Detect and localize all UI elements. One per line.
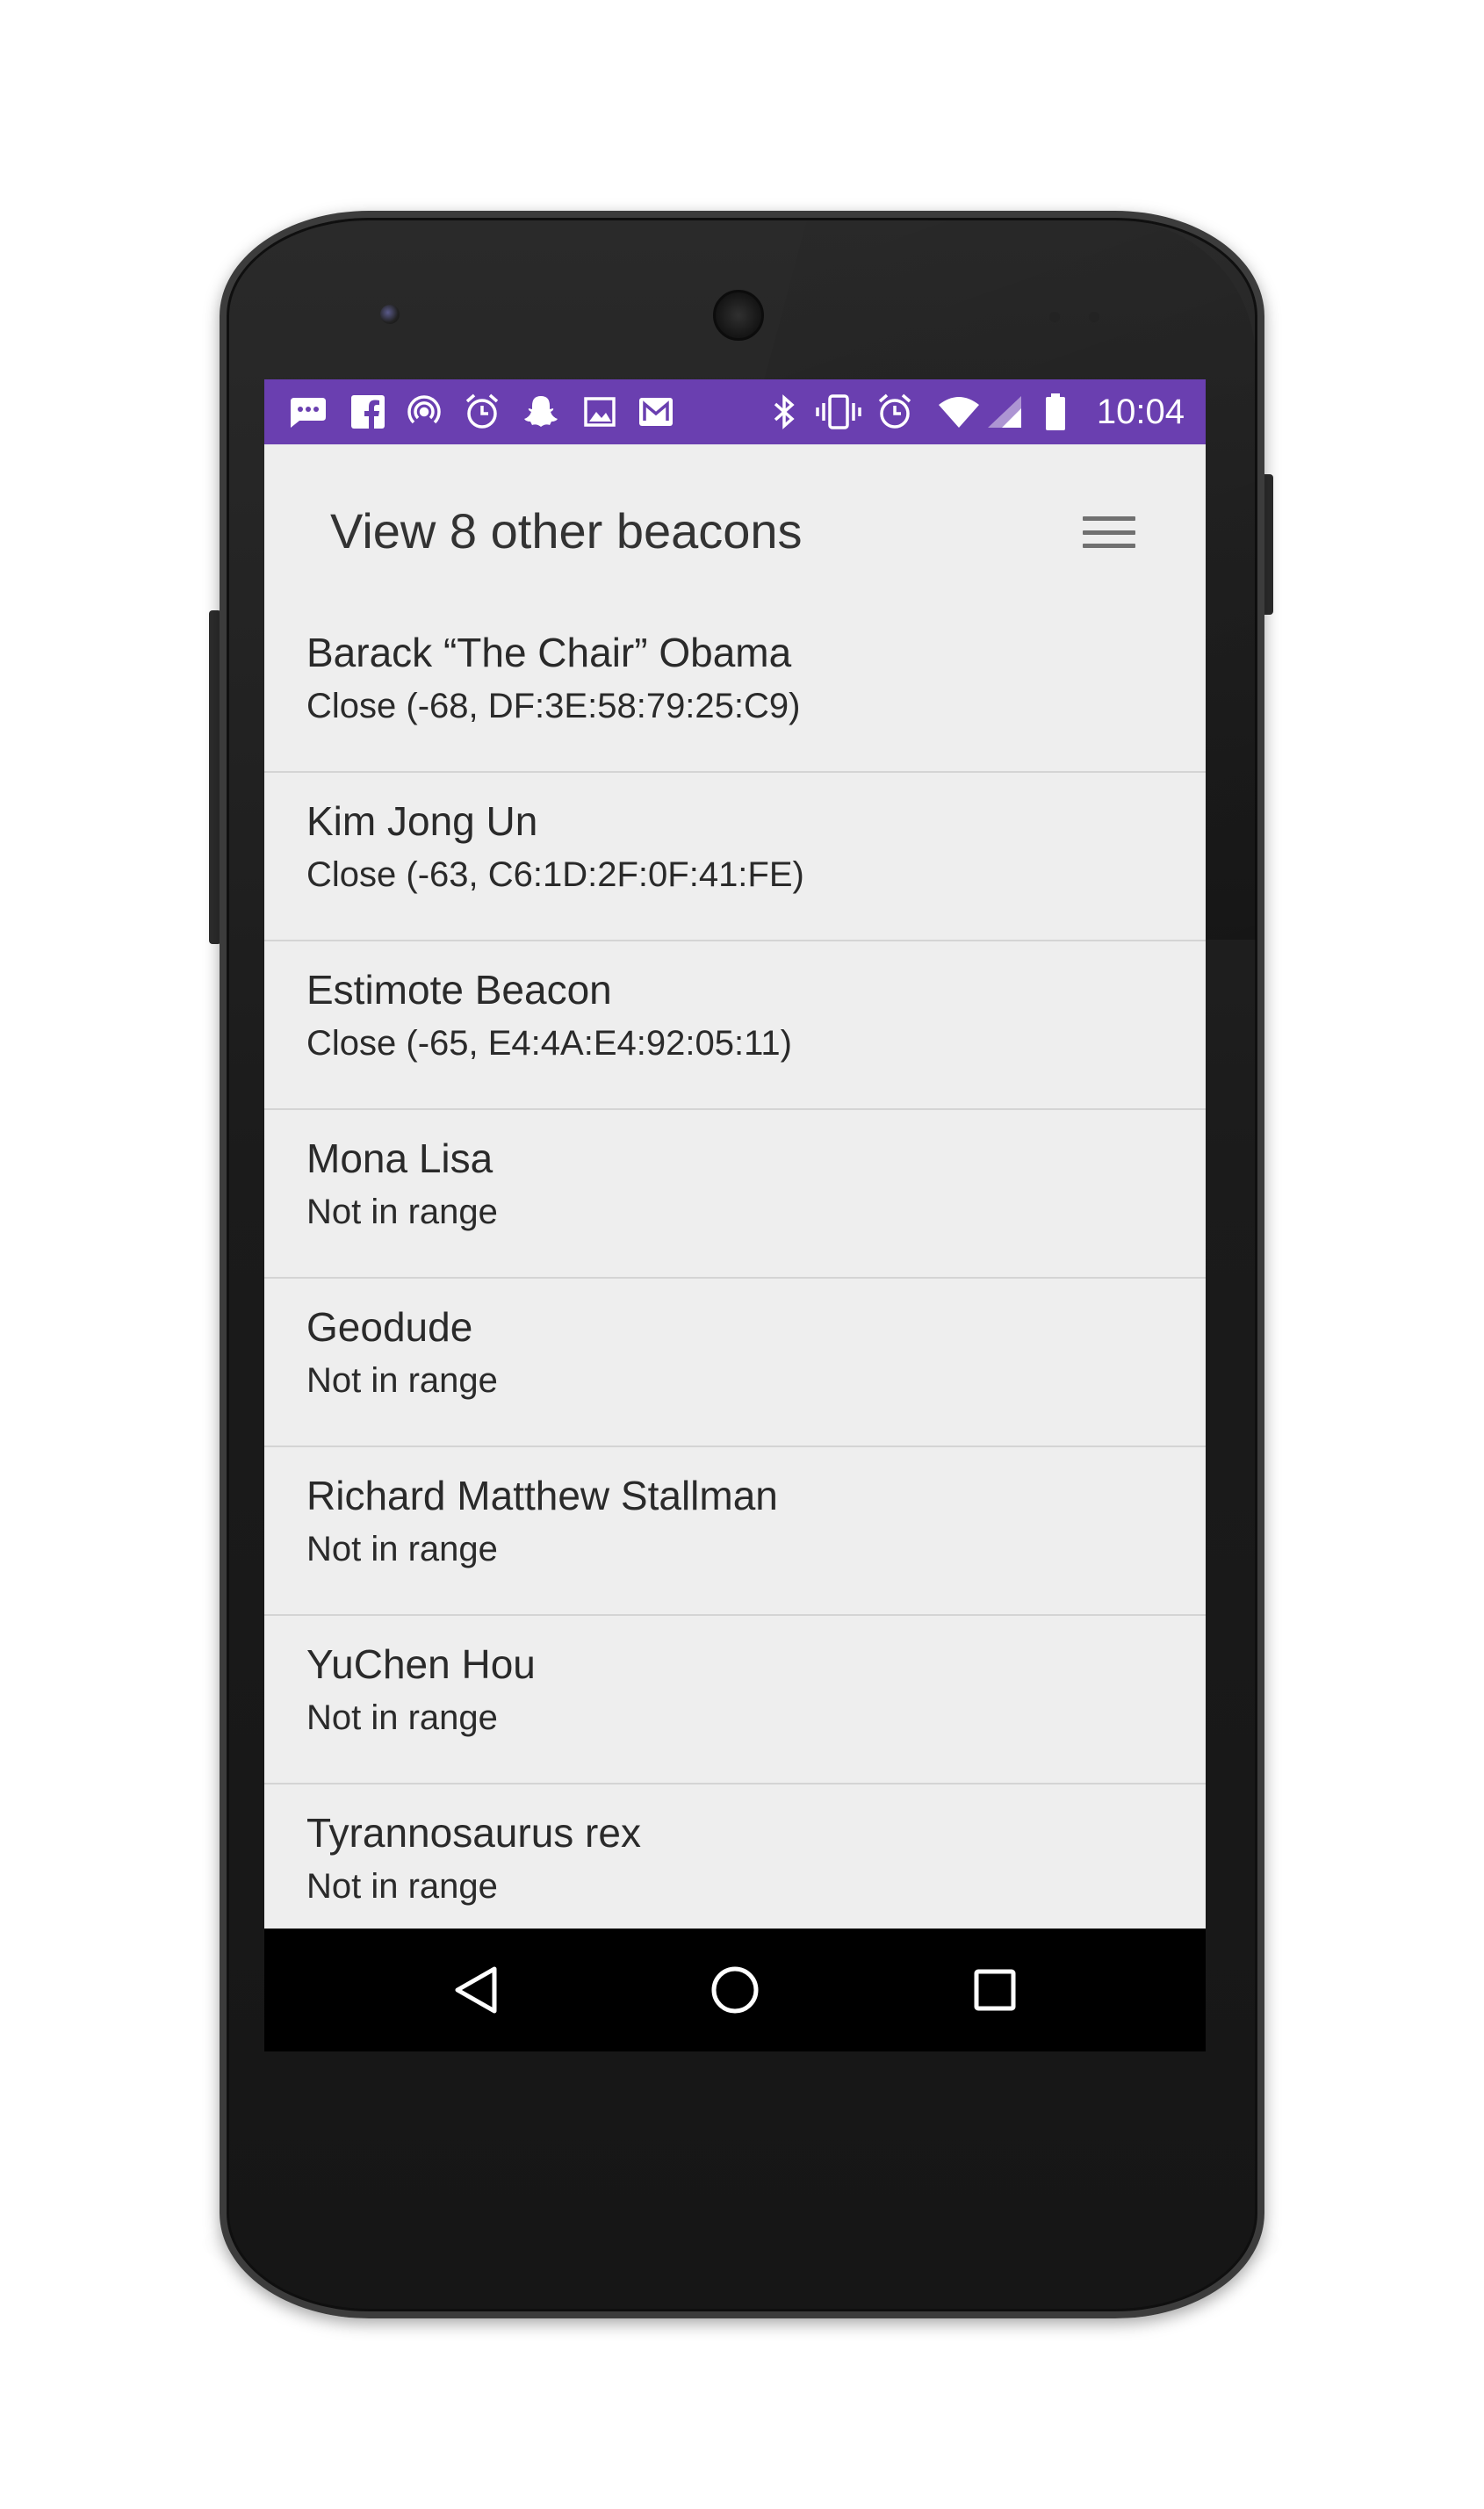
product-shot: 10:04 View 8 other beacons Barack “The C… <box>0 0 1484 2509</box>
bluetooth-icon <box>768 393 800 430</box>
beacon-list-item[interactable]: Richard Matthew Stallman Not in range <box>264 1447 1206 1616</box>
front-camera <box>380 305 400 324</box>
beacon-list-item[interactable]: Barack “The Chair” Obama Close (-68, DF:… <box>264 620 1206 773</box>
beacon-list-item[interactable]: YuChen Hou Not in range <box>264 1616 1206 1784</box>
beacon-name: Mona Lisa <box>306 1136 493 1181</box>
vibrate-icon <box>814 393 863 430</box>
beacon-name: Tyrannosaurus rex <box>306 1810 641 1856</box>
hotspot-icon <box>405 393 443 430</box>
beacon-status: Close (-68, DF:3E:58:79:25:C9) <box>306 687 801 725</box>
hamburger-menu-icon[interactable] <box>1083 513 1135 552</box>
proximity-sensor <box>1049 312 1060 322</box>
chat-bubble-icon <box>285 393 329 430</box>
beacon-name: Estimote Beacon <box>306 967 612 1013</box>
beacon-name: YuChen Hou <box>306 1641 536 1687</box>
beacon-status: Not in range <box>306 1867 498 1906</box>
navigation-bar <box>264 1929 1206 2051</box>
beacon-list: Barack “The Chair” Obama Close (-68, DF:… <box>264 620 1206 1929</box>
app-header: View 8 other beacons <box>264 444 1206 620</box>
home-circle-icon[interactable] <box>700 1955 770 2025</box>
facebook-icon <box>349 393 387 430</box>
page-title: View 8 other beacons <box>330 503 803 559</box>
beacon-name: Richard Matthew Stallman <box>306 1473 778 1518</box>
beacon-status: Not in range <box>306 1698 498 1737</box>
alarm-icon <box>874 393 916 430</box>
beacon-list-item[interactable]: Mona Lisa Not in range <box>264 1110 1206 1279</box>
wifi-icon <box>937 393 981 430</box>
clock-time: 10:04 <box>1096 393 1185 431</box>
beacon-status: Not in range <box>306 1193 498 1231</box>
menu-line <box>1083 516 1135 521</box>
beacon-list-item[interactable]: Estimote Beacon Close (-65, E4:4A:E4:92:… <box>264 941 1206 1110</box>
menu-line <box>1083 544 1135 548</box>
beacon-status: Close (-63, C6:1D:2F:0F:41:FE) <box>306 855 804 894</box>
recents-square-icon[interactable] <box>960 1955 1030 2025</box>
light-sensor <box>1089 312 1099 322</box>
beacon-list-item[interactable]: Geodude Not in range <box>264 1279 1206 1447</box>
alarm-clock-icon <box>461 393 503 430</box>
beacon-status: Not in range <box>306 1361 498 1400</box>
snapchat-icon <box>521 393 561 430</box>
menu-line <box>1083 530 1135 535</box>
beacon-name: Barack “The Chair” Obama <box>306 630 792 675</box>
phone-screen: 10:04 View 8 other beacons Barack “The C… <box>264 379 1206 2051</box>
battery-icon <box>1042 393 1069 430</box>
beacon-status: Close (-65, E4:4A:E4:92:05:11) <box>306 1024 792 1063</box>
inbox-icon <box>635 393 677 430</box>
beacon-list-item[interactable]: Kim Jong Un Close (-63, C6:1D:2F:0F:41:F… <box>264 773 1206 941</box>
cell-signal-icon <box>984 393 1025 430</box>
image-icon <box>580 393 619 430</box>
beacon-name: Geodude <box>306 1304 473 1350</box>
earpiece-speaker <box>713 290 764 341</box>
back-triangle-icon[interactable] <box>440 1955 510 2025</box>
status-bar: 10:04 <box>264 379 1206 444</box>
beacon-name: Kim Jong Un <box>306 798 538 844</box>
beacon-list-item[interactable]: Tyrannosaurus rex Not in range <box>264 1784 1206 1929</box>
beacon-status: Not in range <box>306 1530 498 1568</box>
